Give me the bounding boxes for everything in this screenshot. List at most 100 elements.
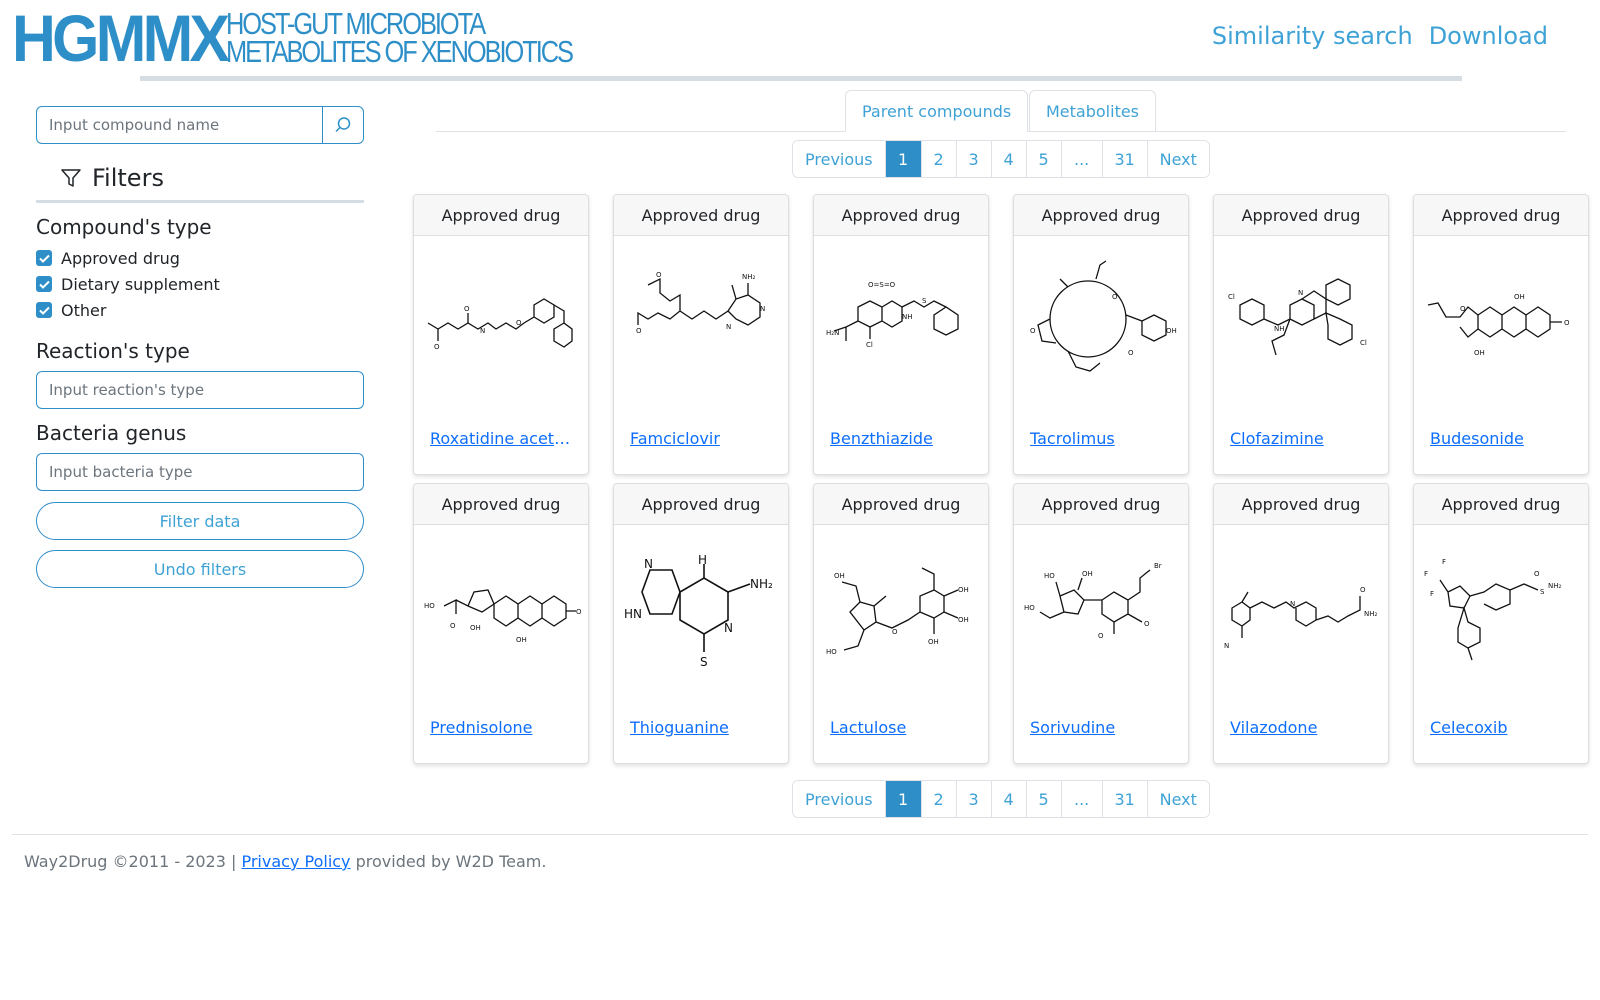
compound-link[interactable]: Roxatidine acetate: [430, 429, 578, 448]
svg-text:S: S: [1540, 588, 1545, 596]
site-logo[interactable]: HGMMX HOST-GUT MICROBIOTA METABOLITES OF…: [12, 5, 648, 71]
compound-link[interactable]: Tacrolimus: [1030, 429, 1178, 448]
tab-metabolites[interactable]: Metabolites: [1029, 90, 1157, 132]
page-next[interactable]: Next: [1146, 781, 1209, 817]
bacteria-genus-input[interactable]: Input bacteria type: [36, 453, 364, 491]
svg-text:O: O: [516, 319, 522, 327]
page-previous[interactable]: Previous: [793, 141, 885, 177]
svg-text:HO: HO: [1044, 572, 1055, 580]
svg-text:N: N: [1298, 289, 1303, 297]
svg-text:OH: OH: [1082, 570, 1093, 578]
structure-image: F F F SNH₂ O: [1424, 558, 1562, 661]
reaction-type-title: Reaction's type: [36, 339, 190, 363]
compound-link[interactable]: Famciclovir: [630, 429, 778, 448]
page-31[interactable]: 31: [1101, 141, 1147, 177]
svg-text:S: S: [922, 297, 927, 305]
page-2[interactable]: 2: [920, 781, 956, 817]
compound-link[interactable]: Budesonide: [1430, 429, 1578, 448]
svg-text:Cl: Cl: [866, 341, 873, 349]
svg-text:O: O: [464, 305, 470, 313]
svg-text:O: O: [1112, 293, 1118, 301]
filters-header: Filters: [60, 160, 364, 196]
page-next[interactable]: Next: [1146, 141, 1209, 177]
structure-image: O O OH O: [1030, 260, 1177, 372]
reaction-type-input[interactable]: Input reaction's type: [36, 371, 364, 409]
pagination-bottom: Previous 1 2 3 4 5 ... 31 Next: [792, 780, 1210, 818]
compound-link[interactable]: Clofazimine: [1230, 429, 1378, 448]
svg-text:N: N: [1224, 642, 1229, 650]
page-2[interactable]: 2: [920, 141, 956, 177]
search-button[interactable]: [322, 106, 364, 144]
page-3[interactable]: 3: [955, 781, 991, 817]
page-1[interactable]: 1: [884, 141, 921, 177]
footer-divider: [12, 834, 1588, 835]
svg-text:F: F: [1430, 590, 1434, 598]
top-nav: Similarity search Download: [1212, 22, 1548, 50]
svg-text:OH: OH: [958, 616, 969, 624]
svg-text:O: O: [576, 608, 582, 616]
privacy-policy-link[interactable]: Privacy Policy: [241, 852, 350, 871]
compound-link[interactable]: Benzthiazide: [830, 429, 978, 448]
compound-link[interactable]: Vilazodone: [1230, 718, 1378, 737]
checkbox-checked-icon[interactable]: [36, 276, 52, 292]
svg-text:O: O: [1360, 586, 1366, 594]
page-3[interactable]: 3: [955, 141, 991, 177]
svg-text:S: S: [700, 655, 708, 669]
compound-card: Approved drug OH HO O OH OH OH Lactulose: [813, 483, 989, 764]
page-1[interactable]: 1: [884, 781, 921, 817]
search-icon: [335, 117, 351, 133]
structure-image: HO OH HO Br O O: [1024, 562, 1162, 640]
svg-text:N: N: [480, 327, 485, 335]
footer-provided-by: provided by W2D Team.: [355, 852, 547, 871]
nav-download[interactable]: Download: [1429, 22, 1548, 50]
svg-text:O: O: [1144, 620, 1150, 628]
svg-text:O: O: [1098, 632, 1104, 640]
filter-data-button[interactable]: Filter data: [36, 502, 364, 540]
compound-card: Approved drug O O NH₂ N N Famciclovir: [613, 194, 789, 475]
compound-search-input[interactable]: Input compound name: [36, 106, 322, 144]
nav-similarity-search[interactable]: Similarity search: [1212, 22, 1413, 50]
compound-search-placeholder: Input compound name: [49, 116, 220, 134]
svg-text:HN: HN: [624, 607, 642, 621]
logo-line-2: METABOLITES OF XENOBIOTICS: [226, 34, 574, 69]
svg-text:O: O: [1128, 349, 1134, 357]
svg-text:OH: OH: [1474, 349, 1485, 357]
page-5[interactable]: 5: [1025, 781, 1061, 817]
svg-text:O: O: [450, 622, 456, 630]
compound-type-header: Approved drug: [1214, 195, 1388, 236]
header: HGMMX HOST-GUT MICROBIOTA METABOLITES OF…: [0, 0, 1600, 84]
svg-text:NH₂: NH₂: [1548, 582, 1562, 590]
compound-link[interactable]: Celecoxib: [1430, 718, 1578, 737]
page-previous[interactable]: Previous: [793, 781, 885, 817]
compound-link[interactable]: Prednisolone: [430, 718, 578, 737]
page-5[interactable]: 5: [1025, 141, 1061, 177]
svg-text:O: O: [1534, 570, 1540, 578]
compound-link[interactable]: Sorivudine: [1030, 718, 1178, 737]
checkbox-checked-icon[interactable]: [36, 250, 52, 266]
checkbox-approved-drug[interactable]: Approved drug: [36, 245, 364, 271]
tab-parent-compounds[interactable]: Parent compounds: [845, 90, 1029, 132]
svg-text:NH: NH: [902, 313, 913, 321]
compound-link[interactable]: Thioguanine: [630, 718, 778, 737]
compound-tabs: Parent compounds Metabolites: [436, 90, 1566, 132]
svg-text:N: N: [724, 621, 733, 635]
funnel-icon: [61, 169, 81, 187]
svg-text:Cl: Cl: [1360, 339, 1367, 347]
compound-type-header: Approved drug: [1214, 484, 1388, 525]
compound-type-header: Approved drug: [614, 484, 788, 525]
structure-image: Cl Cl NH N: [1228, 278, 1367, 356]
svg-text:F: F: [1424, 570, 1428, 578]
svg-text:OH: OH: [516, 636, 527, 644]
compound-card: Approved drug O OH OH O Budesonide: [1413, 194, 1589, 475]
bacteria-genus-title: Bacteria genus: [36, 421, 187, 445]
compound-card: Approved drug HO O OH OH O Prednisolone: [413, 483, 589, 764]
compound-link[interactable]: Lactulose: [830, 718, 978, 737]
undo-filters-button[interactable]: Undo filters: [36, 550, 364, 588]
checkbox-dietary-supplement[interactable]: Dietary supplement: [36, 271, 364, 297]
page-4[interactable]: 4: [990, 781, 1026, 817]
checkbox-other[interactable]: Other: [36, 297, 364, 323]
page-4[interactable]: 4: [990, 141, 1026, 177]
checkbox-checked-icon[interactable]: [36, 302, 52, 318]
compound-type-title: Compound's type: [36, 215, 212, 239]
page-31[interactable]: 31: [1101, 781, 1147, 817]
